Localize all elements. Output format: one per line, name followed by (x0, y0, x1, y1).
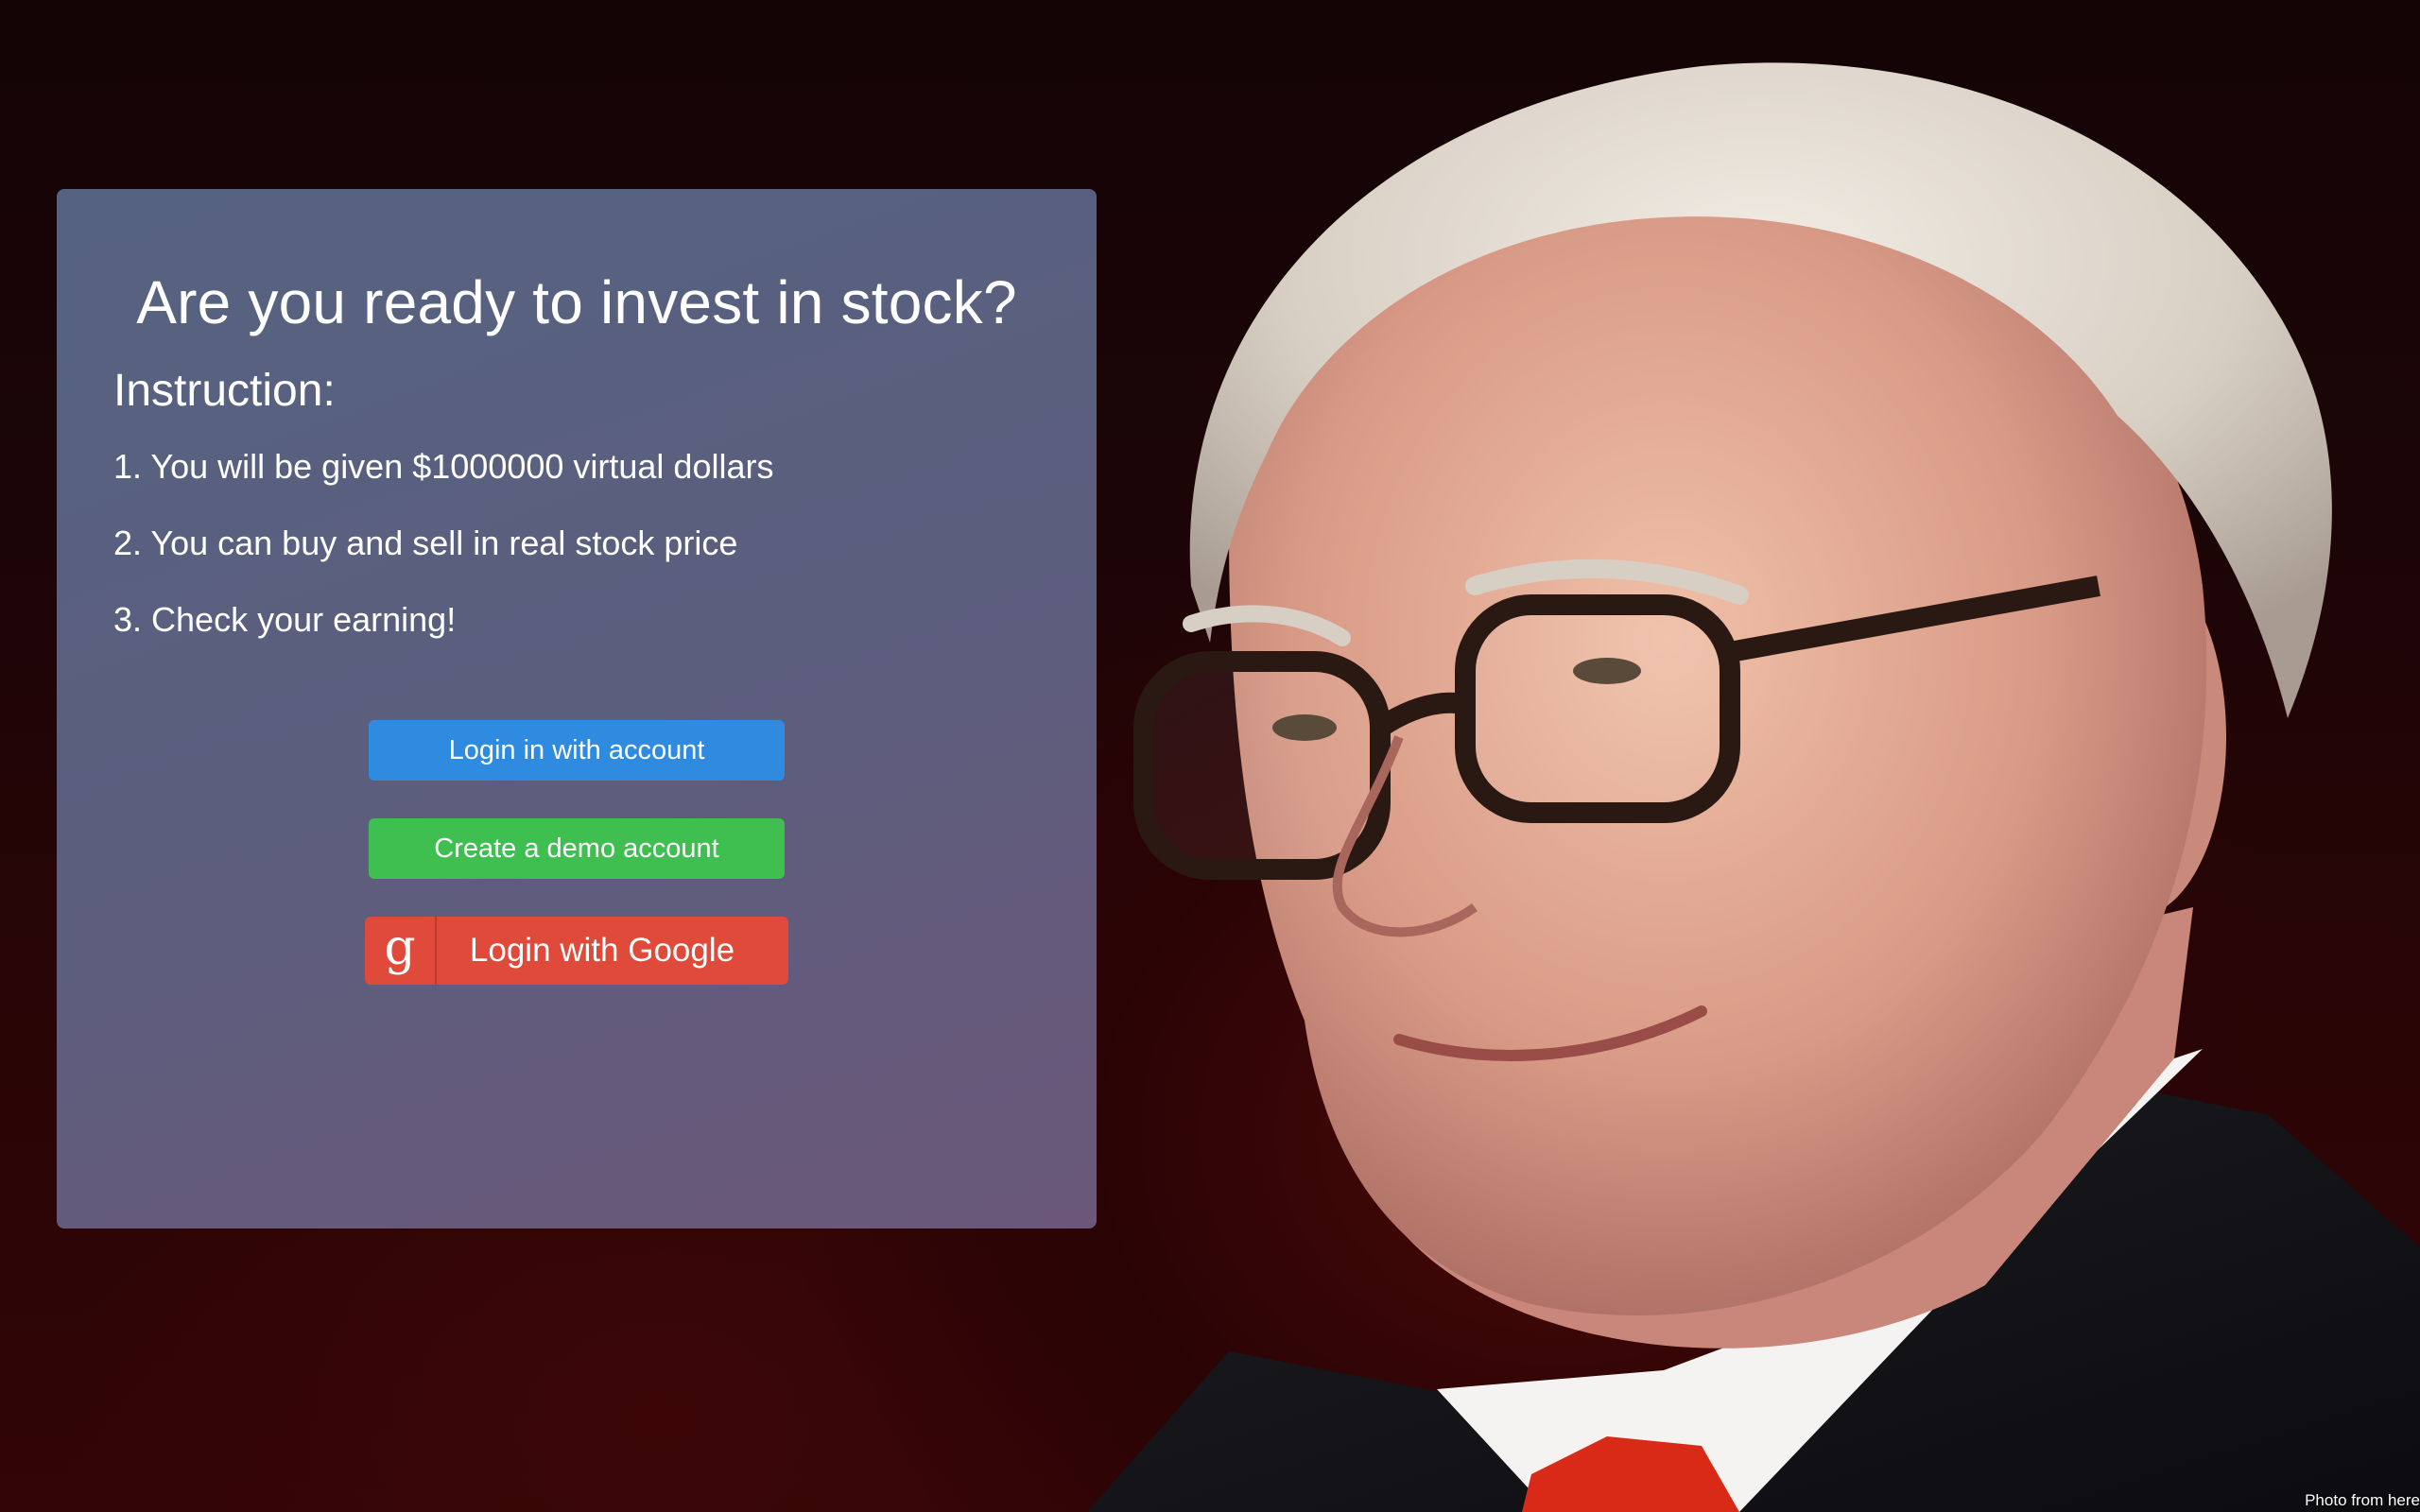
google-button-label: Login with Google (469, 932, 735, 969)
login-with-account-button[interactable]: Login in with account (369, 720, 785, 781)
hair-shape (1189, 62, 2332, 718)
eye-right (1573, 658, 1641, 684)
intro-panel: Are you ready to invest in stock? Instru… (57, 189, 1097, 1228)
login-with-google-button[interactable]: g Login with Google (365, 917, 788, 985)
instruction-item: 3. Check your earning! (113, 600, 457, 639)
nose-shape (1332, 735, 1478, 937)
shirt-collar (1437, 1049, 2203, 1512)
photo-credit-link[interactable]: Photo from here (2305, 1491, 2420, 1510)
neck-shape (1399, 907, 2193, 1349)
mouth-shape (1393, 1005, 1707, 1061)
instruction-item: 2. You can buy and sell in real stock pr… (113, 524, 738, 562)
face-shape (1229, 187, 2207, 1315)
instruction-heading: Instruction: (113, 366, 336, 416)
page-title: Are you ready to invest in stock? (136, 268, 1017, 336)
eyebrow-right (1465, 558, 1749, 605)
eye-left (1272, 714, 1337, 741)
tie-shape (1522, 1436, 1739, 1512)
glasses-shape (1133, 576, 2100, 880)
eyebrow-left (1183, 605, 1351, 646)
create-demo-account-button[interactable]: Create a demo account (369, 818, 785, 879)
suit-shape (1087, 1087, 2420, 1512)
ear-shape (2047, 558, 2226, 917)
auth-button-group: Login in with account Create a demo acco… (57, 720, 1097, 985)
google-icon-box: g (365, 917, 437, 985)
instruction-list: 1. You will be given $1000000 virtual do… (113, 446, 1040, 641)
instruction-item: 1. You will be given $1000000 virtual do… (113, 447, 774, 486)
google-icon: g (384, 919, 416, 976)
